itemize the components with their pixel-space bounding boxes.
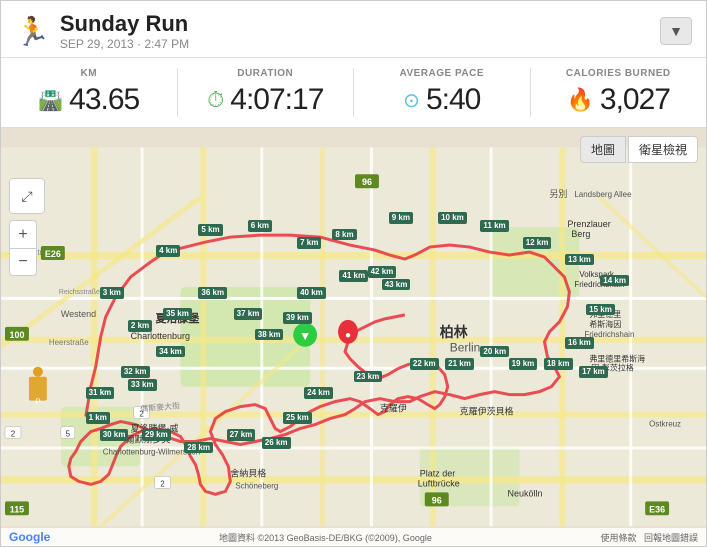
svg-text:夏洛滕堡-威: 夏洛滕堡-威	[131, 423, 179, 434]
svg-text:96: 96	[362, 178, 372, 188]
svg-text:克羅伊茨貝格: 克羅伊茨貝格	[460, 406, 514, 417]
stat-km-value-row: 🛣️ 43.65	[38, 83, 139, 117]
map-area[interactable]: 夏洛滕堡 Charlottenburg 柏林 Berlin 夏洛滕堡-威 爾默斯…	[1, 128, 706, 546]
svg-text:E26: E26	[45, 249, 61, 259]
stat-km-value: 43.65	[69, 83, 139, 117]
svg-text:Volkspark: Volkspark	[579, 270, 614, 279]
satellite-view-button[interactable]: 衛星檢視	[628, 136, 698, 163]
svg-text:Luftbrücke: Luftbrücke	[418, 479, 460, 489]
stats-bar: KM 🛣️ 43.65 DURATION ⏱ 4:07:17 AVERAGE P…	[1, 58, 706, 128]
svg-text:100: 100	[9, 330, 24, 340]
stat-pace-label: AVERAGE PACE	[399, 68, 484, 79]
zoom-out-button[interactable]: −	[9, 248, 37, 276]
svg-text:克羅伊: 克羅伊	[380, 403, 407, 414]
runner-icon: 🏃	[15, 15, 50, 48]
fire-icon: 🔥	[567, 87, 594, 113]
zoom-in-button[interactable]: +	[9, 220, 37, 248]
stat-calories: CALORIES BURNED 🔥 3,027	[531, 68, 707, 117]
svg-text:Schöneberg: Schöneberg	[235, 482, 278, 491]
map-copyright: 地圖資料 ©2013 GeoBasis-DE/BKG (©2009), Goog…	[219, 531, 432, 544]
stat-pace-value: 5:40	[426, 83, 480, 117]
header-left: 🏃 Sunday Run SEP 29, 2013 · 2:47 PM	[15, 11, 189, 51]
svg-text:柏林: 柏林	[440, 324, 468, 340]
svg-text:115: 115	[10, 505, 24, 515]
activity-title: Sunday Run	[60, 11, 189, 37]
svg-text:弗里德里希斯海: 弗里德里希斯海	[589, 354, 645, 364]
map-view-controls: 地圖 衛星檢視	[580, 136, 698, 163]
svg-text:96: 96	[432, 496, 442, 506]
map-footer: Google 地圖資料 ©2013 GeoBasis-DE/BKG (©2009…	[1, 528, 706, 546]
map-nav-controls: ⤢ + −	[9, 178, 45, 276]
stat-duration-label: DURATION	[237, 68, 293, 79]
dropdown-button[interactable]: ▼	[660, 17, 692, 45]
stat-duration-value: 4:07:17	[230, 83, 323, 117]
app-container: 🏃 Sunday Run SEP 29, 2013 · 2:47 PM ▼ KM…	[0, 0, 707, 547]
svg-text:爾默斯多夫: 爾默斯多夫	[126, 434, 171, 445]
pan-control: ⤢	[9, 178, 45, 214]
svg-text:Neukölln: Neukölln	[508, 489, 543, 499]
stat-km-label: KM	[80, 68, 97, 79]
svg-text:Berg: Berg	[571, 229, 590, 239]
svg-text:Ostkreuz: Ostkreuz	[649, 420, 681, 429]
svg-text:5: 5	[66, 430, 71, 439]
svg-text:Berlin: Berlin	[450, 341, 481, 355]
stat-pace-value-row: ⊙ 5:40	[403, 83, 480, 117]
chevron-down-icon: ▼	[669, 23, 683, 39]
clock-icon: ⏱	[207, 87, 224, 113]
speedometer-icon: ⊙	[403, 88, 420, 113]
svg-text:Reichsstraße: Reichsstraße	[59, 289, 100, 296]
svg-text:Prenzlauer: Prenzlauer	[567, 220, 610, 230]
svg-text:希斯海因: 希斯海因	[589, 319, 621, 329]
road-icon: 🛣️	[38, 88, 63, 113]
header: 🏃 Sunday Run SEP 29, 2013 · 2:47 PM ▼	[1, 1, 706, 58]
stat-duration: DURATION ⏱ 4:07:17	[178, 68, 355, 117]
stat-pace: AVERAGE PACE ⊙ 5:40	[354, 68, 531, 117]
pan-button[interactable]: ⤢	[9, 178, 45, 214]
svg-text:因·彭茨拉格: 因·彭茨拉格	[591, 363, 634, 373]
google-logo: Google	[9, 530, 50, 544]
svg-text:Westend: Westend	[61, 309, 96, 319]
svg-text:E36: E36	[649, 505, 665, 515]
svg-text:Charlottenburg: Charlottenburg	[131, 331, 190, 341]
svg-text:2: 2	[11, 430, 16, 439]
svg-text:弗里德里: 弗里德里	[589, 309, 621, 319]
svg-text:2: 2	[160, 480, 165, 489]
svg-text:另別: 另別	[549, 190, 567, 200]
svg-text:Friedrichshain: Friedrichshain	[574, 280, 624, 289]
map-links[interactable]: 使用條款 回報地圖錯誤	[600, 531, 698, 544]
stat-calories-value-row: 🔥 3,027	[567, 83, 670, 117]
stat-km: KM 🛣️ 43.65	[1, 68, 178, 117]
map-view-button[interactable]: 地圖	[580, 136, 626, 163]
svg-text:Charlottenburg-Wilmersdorf: Charlottenburg-Wilmersdorf	[103, 448, 202, 457]
svg-text:Platz der: Platz der	[420, 469, 455, 479]
stat-calories-value: 3,027	[600, 83, 670, 117]
svg-text:●: ●	[345, 330, 351, 341]
svg-text:舍納貝格: 舍納貝格	[230, 468, 266, 479]
svg-text:Landsberg Allee: Landsberg Allee	[574, 191, 632, 200]
stat-calories-label: CALORIES BURNED	[566, 68, 671, 79]
stat-duration-value-row: ⏱ 4:07:17	[207, 83, 323, 117]
svg-text:P: P	[35, 398, 40, 407]
svg-text:Friedrichshain: Friedrichshain	[584, 330, 634, 339]
svg-text:夏洛滕堡: 夏洛滕堡	[155, 311, 200, 325]
zoom-controls: + −	[9, 220, 45, 276]
activity-date: SEP 29, 2013 · 2:47 PM	[60, 37, 189, 51]
map-background: 夏洛滕堡 Charlottenburg 柏林 Berlin 夏洛滕堡-威 爾默斯…	[1, 128, 706, 546]
svg-text:Heerstraße: Heerstraße	[49, 338, 89, 347]
title-block: Sunday Run SEP 29, 2013 · 2:47 PM	[60, 11, 189, 51]
svg-text:▼: ▼	[299, 329, 311, 343]
